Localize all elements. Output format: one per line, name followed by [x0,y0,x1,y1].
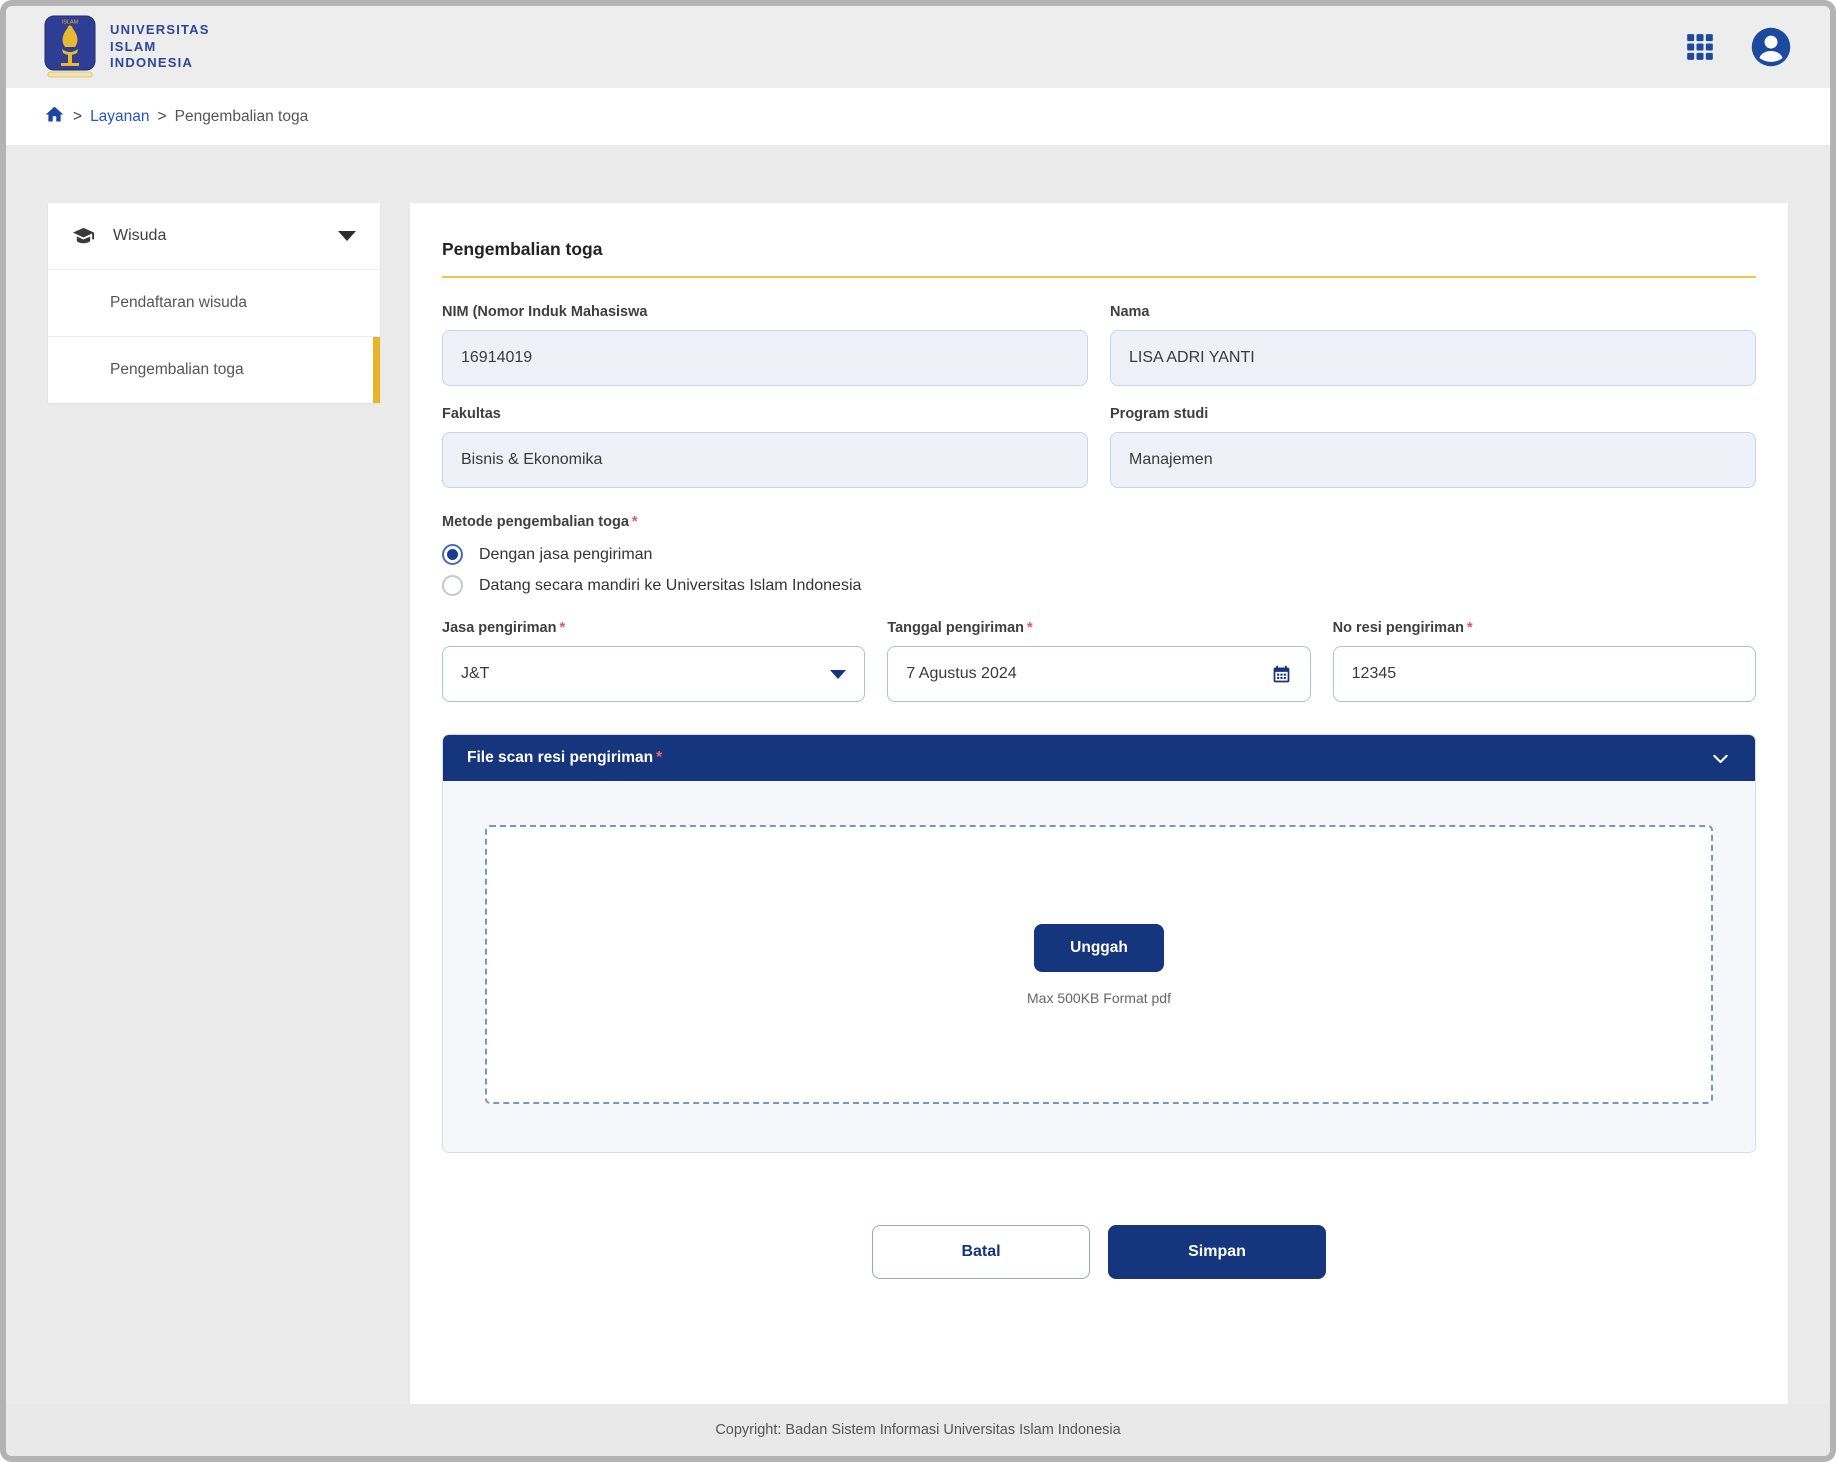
content-area: Wisuda Pendaftaran wisuda Pengembalian t… [6,145,1830,1404]
uii-logo: ISLAM [44,15,96,79]
field-nama-input: LISA ADRI YANTI [1110,330,1756,386]
field-nim-input: 16914019 [442,330,1088,386]
brand-line-2: ISLAM [110,39,210,56]
required-asterisk: * [559,620,565,636]
breadcrumb-separator: > [73,108,82,126]
sidebar-item-pengembalian-toga[interactable]: Pengembalian toga [48,337,380,403]
field-fakultas-input: Bisnis & Ekonomika [442,432,1088,488]
dropdown-caret-icon [830,670,846,679]
metode-group: Metode pengembalian toga* Dengan jasa pe… [442,514,1756,596]
required-asterisk: * [1467,620,1473,636]
field-jasa-pengiriman: Jasa pengiriman* J&T [442,620,865,702]
field-nim: NIM (Nomor Induk Mahasiswa 16914019 [442,304,1088,386]
save-button[interactable]: Simpan [1108,1225,1326,1279]
header-actions [1686,26,1792,68]
tanggal-pengiriman-datepicker[interactable]: 7 Agustus 2024 [887,646,1310,702]
brand-name: UNIVERSITAS ISLAM INDONESIA [110,22,210,73]
field-fakultas-label: Fakultas [442,406,1088,422]
file-scan-collapse-header[interactable]: File scan resi pengiriman * [443,735,1755,781]
footer: Copyright: Badan Sistem Informasi Univer… [6,1404,1830,1456]
copyright-text: Copyright: Badan Sistem Informasi Univer… [715,1422,1120,1438]
no-resi-input[interactable]: 12345 [1333,646,1756,702]
account-avatar-icon[interactable] [1750,26,1792,68]
file-scan-collapse: File scan resi pengiriman * Unggah Max 5… [442,734,1756,1153]
metode-label: Metode pengembalian toga* [442,514,1756,530]
upload-hint: Max 500KB Format pdf [1027,990,1171,1006]
required-asterisk: * [1027,620,1033,636]
radio-label: Datang secara mandiri ke Universitas Isl… [479,577,861,595]
student-info-fields: NIM (Nomor Induk Mahasiswa 16914019 Nama… [442,304,1756,488]
radio-option-jasa-pengiriman[interactable]: Dengan jasa pengiriman [442,544,1756,565]
breadcrumb-separator: > [158,108,167,126]
apps-grid-icon[interactable] [1686,33,1714,61]
radio-selected-icon[interactable] [442,544,463,565]
radio-unselected-icon[interactable] [442,575,463,596]
field-program-studi-input: Manajemen [1110,432,1756,488]
field-no-resi: No resi pengiriman* 12345 [1333,620,1756,702]
required-asterisk: * [656,749,662,767]
breadcrumb: > Layanan > Pengembalian toga [6,88,1830,145]
tanggal-pengiriman-value: 7 Agustus 2024 [906,665,1016,683]
radio-option-datang-mandiri[interactable]: Datang secara mandiri ke Universitas Isl… [442,575,1756,596]
field-program-studi-label: Program studi [1110,406,1756,422]
field-nama: Nama LISA ADRI YANTI [1110,304,1756,386]
file-scan-collapse-body: Unggah Max 500KB Format pdf [443,781,1755,1152]
upload-button[interactable]: Unggah [1034,924,1164,972]
breadcrumb-current: Pengembalian toga [175,108,309,126]
active-indicator [373,337,380,403]
breadcrumb-link-layanan[interactable]: Layanan [90,108,149,126]
form-actions: Batal Simpan [442,1225,1756,1279]
field-jasa-label: Jasa pengiriman* [442,620,865,636]
sidebar-group-label: Wisuda [113,227,166,245]
sidebar-item-pendaftaran-wisuda[interactable]: Pendaftaran wisuda [48,270,380,337]
field-nim-label: NIM (Nomor Induk Mahasiswa [442,304,1088,320]
graduation-cap-icon [72,225,95,248]
main-panel: Pengembalian toga NIM (Nomor Induk Mahas… [410,203,1788,1404]
title-divider [442,276,1756,278]
field-fakultas: Fakultas Bisnis & Ekonomika [442,406,1088,488]
field-tanggal-pengiriman: Tanggal pengiriman* 7 Agustus 2024 [887,620,1310,702]
field-nama-label: Nama [1110,304,1756,320]
collapse-header-label: File scan resi pengiriman [467,749,653,767]
required-asterisk: * [632,514,638,530]
sidebar-item-label: Pendaftaran wisuda [110,294,247,312]
jasa-pengiriman-value: J&T [461,665,489,683]
top-header: ISLAM UNIVERSITAS ISLAM INDONESIA [6,6,1830,88]
app-window: ISLAM UNIVERSITAS ISLAM INDONESIA [0,0,1836,1462]
sidebar: Wisuda Pendaftaran wisuda Pengembalian t… [48,203,380,403]
jasa-pengiriman-select[interactable]: J&T [442,646,865,702]
field-program-studi: Program studi Manajemen [1110,406,1756,488]
sidebar-group-wisuda[interactable]: Wisuda [48,203,380,270]
svg-text:ISLAM: ISLAM [62,20,79,26]
radio-label: Dengan jasa pengiriman [479,546,652,564]
upload-dropzone[interactable]: Unggah Max 500KB Format pdf [485,825,1713,1104]
field-tanggal-label: Tanggal pengiriman* [887,620,1310,636]
field-resi-label: No resi pengiriman* [1333,620,1756,636]
chevron-down-icon [338,231,356,241]
chevron-down-icon[interactable] [1710,748,1731,769]
shipping-fields: Jasa pengiriman* J&T Tanggal pengiriman*… [442,620,1756,702]
cancel-button[interactable]: Batal [872,1225,1090,1279]
brand-line-1: UNIVERSITAS [110,22,210,39]
sidebar-item-label: Pengembalian toga [110,361,244,379]
brand-line-3: INDONESIA [110,55,210,72]
page-title: Pengembalian toga [442,239,1756,260]
calendar-icon[interactable] [1271,664,1292,685]
home-icon[interactable] [44,104,65,130]
no-resi-value: 12345 [1352,665,1397,683]
uii-logo-icon: ISLAM [44,15,96,79]
